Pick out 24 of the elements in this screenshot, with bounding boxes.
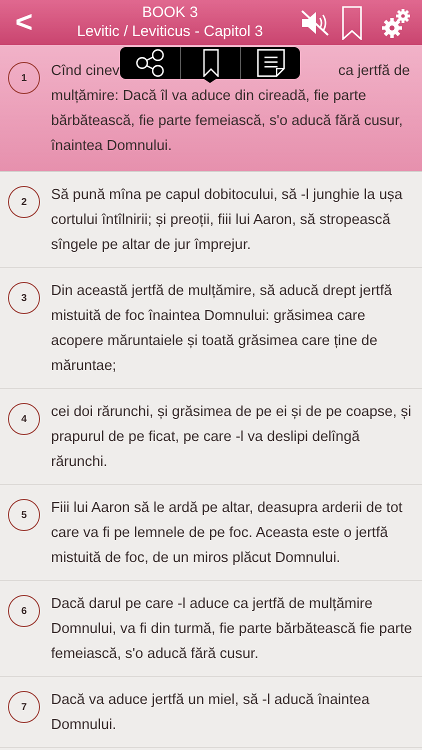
book-title: BOOK 3 <box>142 4 198 22</box>
chapter-title: Levitic / Leviticus - Capitol 3 <box>77 22 263 42</box>
share-icon <box>133 49 167 77</box>
verse-text: Cînd cinev <box>51 62 120 81</box>
verse-number: 3 <box>8 282 40 314</box>
verse-number: 4 <box>8 403 40 435</box>
verse-number: 6 <box>8 595 40 627</box>
verse-number: 2 <box>8 186 40 218</box>
bookmark-icon <box>200 49 220 77</box>
verse-text: mulțămire: Dacă îl va aduce din cireadă, fie parte bărbătească, fie parte femeiască, s'o aducă fără cusur, înaintea Domnului. <box>51 87 404 156</box>
note-icon <box>256 49 286 77</box>
verse-text: Fiii lui Aaron să le ardă pe altar, deasupra arderii de tot care va fi pe lemnele de pe foc. Aceasta este o jertfă mistuită de foc, de un miros plăcut Domnului. <box>51 499 404 568</box>
verse-number: 1 <box>8 62 40 94</box>
bookmark-icon[interactable] <box>342 6 362 40</box>
verse-number: 7 <box>8 691 40 723</box>
verse-text: Dacă darul pe care -l aduce ca jertfă de mulțămire Domnului, va fi din turmă, fie parte bărbătească fie parte femeiască, s'o aducă fără cusur. <box>51 595 414 664</box>
verse-text: Să pună mîna pe capul dobitocului, să -l junghie la ușa cortului întîlnirii; și preoții, fiii lui Aaron, să stropească sîngele pe altar de jur împrejur. <box>51 186 404 255</box>
verse-text: Din această jertfă de mulțămire, să aducă drept jertfă mistuită de foc înaintea Domnului: grăsimea care acopere măruntaiele și toată grăsimea care ține de măruntae; <box>51 282 393 376</box>
verse-text: ca jertfă de <box>338 62 410 81</box>
back-button[interactable]: < <box>6 8 42 38</box>
verse-text: cei doi rărunchi, și grăsimea de pe ei și de pe coapse, și prapurul de pe ficat, pe care -l va deslipi delîngă rărunchi. <box>51 403 412 472</box>
verse-number: 5 <box>8 499 40 531</box>
settings-icon[interactable] <box>380 6 412 38</box>
verse-text: Dacă va aduce jertfă un miel, să -l aducă înaintea Domnului. <box>51 691 370 735</box>
